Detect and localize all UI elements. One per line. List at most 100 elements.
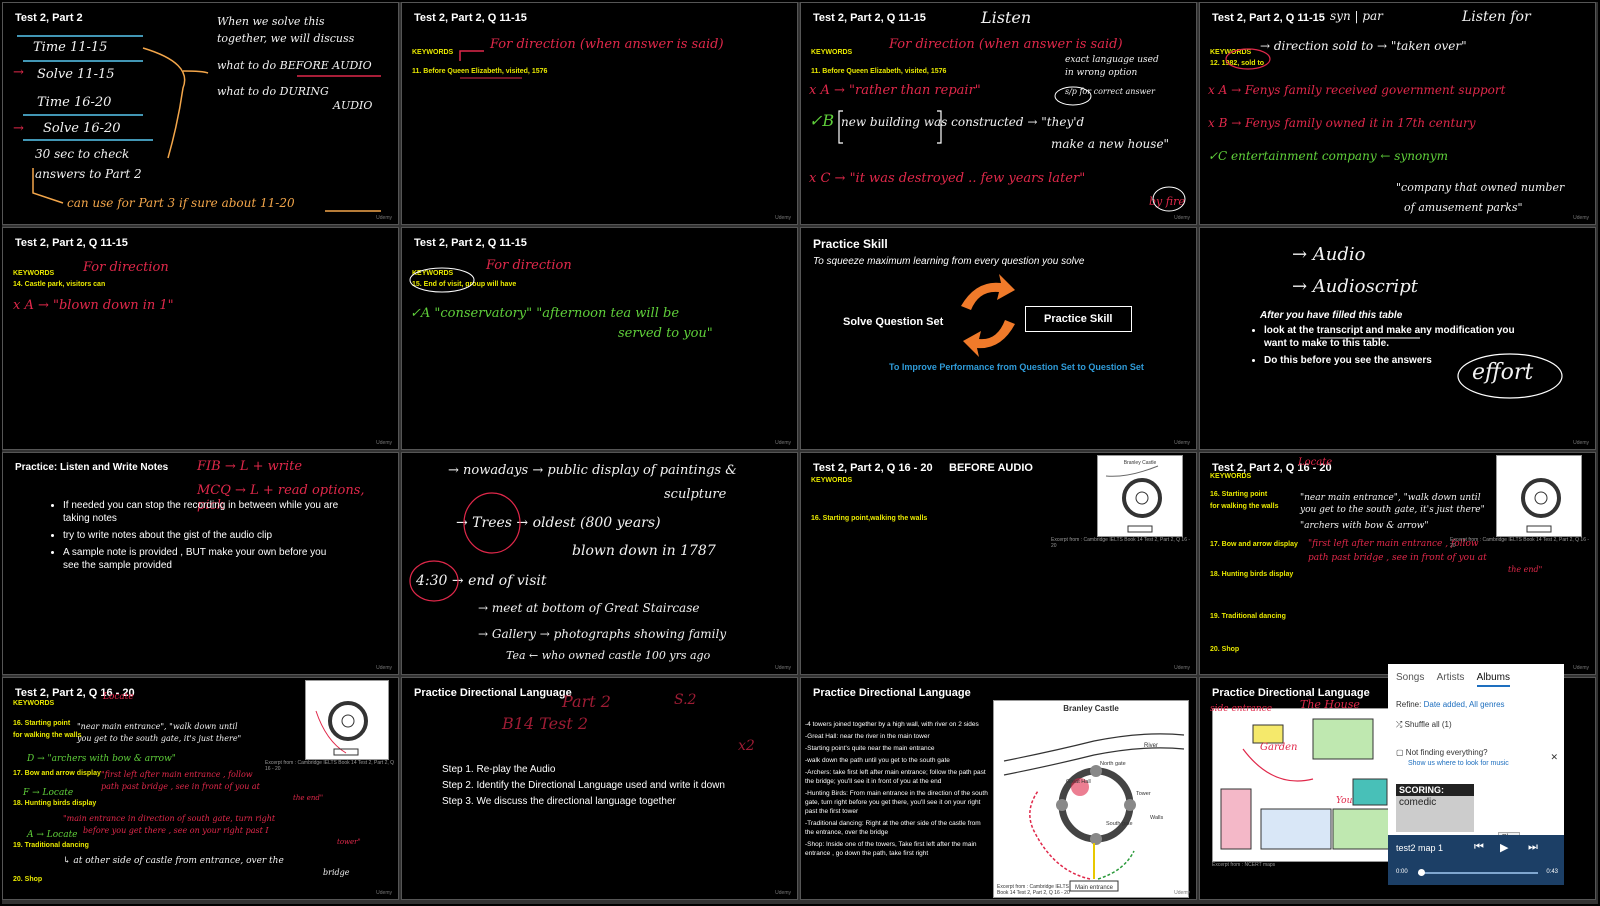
- branley-castle-map: Branley Castle River North gate Great Ha…: [993, 700, 1189, 898]
- annotation-line: path past bridge , see in front of you a…: [101, 782, 260, 791]
- annotation-strokes: [1225, 48, 1271, 70]
- excerpt-caption: Book 14 Test 2, Part 2, Q 16 - 20: [997, 890, 1070, 896]
- direction-line: -4 towers joined together by a high wall…: [805, 721, 979, 728]
- note-time-16-20: Time 16-20: [37, 95, 112, 110]
- svg-text:Main entrance: Main entrance: [1075, 885, 1114, 891]
- slide-7[interactable]: Practice Skill To squeeze maximum learni…: [800, 227, 1197, 450]
- annotation-strokes: [1320, 337, 1563, 399]
- question-16: 16. Starting point: [13, 720, 71, 727]
- note-right-2: together, we will discuss: [217, 32, 355, 45]
- annotation-line: ↳ at other side of castle from entrance,…: [63, 856, 284, 866]
- tab-songs[interactable]: Songs: [1396, 672, 1424, 683]
- keywords-label: KEYWORDS: [13, 270, 55, 277]
- house-map-icon: [1220, 718, 1394, 850]
- annotation-strokes: [409, 267, 475, 293]
- note-solve-16-20: Solve 16-20: [43, 121, 121, 136]
- slide-8[interactable]: → Audio → Audioscript After you have fil…: [1199, 227, 1596, 450]
- question-17: 17. Bow and arrow display: [1210, 541, 1298, 548]
- annotation-locate: Locate: [1298, 457, 1333, 468]
- refine-link[interactable]: Date added, All genres: [1424, 700, 1505, 709]
- annotation-line: D → "archers with bow & arrow": [27, 754, 176, 764]
- annotation-line: before you get there , see on your right…: [83, 826, 269, 835]
- not-finding-row: ▢ Not finding everything?: [1396, 748, 1488, 757]
- album-title: SCORING:: [1396, 784, 1474, 796]
- track-title: test2 map 1: [1396, 843, 1444, 853]
- question-20: 20. Shop: [1210, 646, 1240, 653]
- note-right-3: what to do BEFORE AUDIO: [217, 59, 372, 72]
- bullet-item: try to write notes about the gist of the…: [63, 529, 343, 542]
- play-icon[interactable]: ▶: [1500, 841, 1508, 854]
- svg-text:North gate: North gate: [1100, 761, 1126, 767]
- annotation-line: bridge: [323, 868, 350, 877]
- slide-title: Practice Directional Language: [414, 687, 572, 699]
- tab-artists[interactable]: Artists: [1437, 672, 1465, 683]
- slide-1[interactable]: Test 2, Part 2 Time 11-15 → Solve 11-15 …: [2, 2, 399, 225]
- shuffle-label: Shuffle all (1): [1404, 720, 1452, 729]
- close-icon[interactable]: ✕: [1550, 752, 1558, 763]
- slide-grid: Test 2, Part 2 Time 11-15 → Solve 11-15 …: [2, 2, 1598, 904]
- castle-map-thumbnail: [1496, 455, 1582, 537]
- tab-albums[interactable]: Albums: [1476, 672, 1510, 687]
- slide-title: Test 2, Part 2, Q 16 - 20: [813, 462, 933, 474]
- bullet-list: If needed you can stop the recording in …: [49, 499, 343, 576]
- show-where-link[interactable]: Show us where to look for music: [1408, 760, 1509, 767]
- annotation-line: F → Locate: [23, 788, 74, 798]
- slide-6[interactable]: Test 2, Part 2, Q 11-15 KEYWORDS 15. End…: [401, 227, 798, 450]
- refine-label: Refine:: [1396, 700, 1422, 709]
- question-14: 14. Castle park, visitors can: [13, 281, 106, 288]
- keywords-label: KEYWORDS: [13, 700, 55, 707]
- direction-line: -Shop: Inside one of the towers, Take fi…: [805, 841, 977, 857]
- slide-2[interactable]: Test 2, Part 2, Q 11-15 KEYWORDS 11. Bef…: [401, 2, 798, 225]
- direction-line: -Traditional dancing: Right at the other…: [805, 820, 981, 836]
- note-right-5: AUDIO: [333, 99, 373, 112]
- castle-map-icon: [315, 701, 368, 756]
- question-18: 18. Hunting birds display: [13, 800, 97, 807]
- previous-icon[interactable]: ⏮: [1474, 841, 1484, 854]
- slide-9[interactable]: Practice: Listen and Write Notes FIB → L…: [2, 452, 399, 675]
- album-art[interactable]: SCORING: comedic: [1396, 784, 1474, 832]
- keywords-label: KEYWORDS: [1210, 473, 1252, 480]
- question-16-sub: for walking the walls: [13, 732, 82, 739]
- slide-14[interactable]: Practice Directional Language B14 Test 2…: [401, 677, 798, 900]
- steps-list: Step 1. Re-play the Audio Step 2. Identi…: [442, 762, 725, 810]
- excerpt-caption: Excerpt from : Cambridge IELTS Book 14 T…: [1051, 537, 1191, 549]
- svg-text:South gate: South gate: [1106, 821, 1133, 827]
- note-right-1: When we solve this: [217, 15, 325, 28]
- slide-15[interactable]: Practice Directional Language -4 towers …: [800, 677, 1197, 900]
- excerpt-caption: Excerpt from : NCERT maps: [1212, 862, 1276, 868]
- note-30-sec: 30 sec to check: [35, 147, 130, 161]
- seek-bar[interactable]: [1418, 869, 1538, 876]
- annotation-you: You: [1336, 796, 1353, 806]
- annotation-line: you get to the south gate, it's just the…: [77, 734, 242, 743]
- directions-list: -4 towers joined together by a high wall…: [805, 720, 991, 858]
- next-icon[interactable]: ⏭: [1528, 841, 1538, 854]
- slide-3[interactable]: Test 2, Part 2, Q 11-15 KEYWORDS 11. Bef…: [800, 2, 1197, 225]
- annotation-x2: x2: [738, 738, 755, 754]
- annotation-line: "near main entrance", "walk down until: [1300, 493, 1481, 503]
- note-part-3: can use for Part 3 if sure about 11-20: [67, 196, 295, 210]
- seek-handle[interactable]: [1418, 869, 1425, 876]
- annotation-side-entrance: side entrance: [1210, 704, 1273, 714]
- question-18: 18. Hunting birds display: [1210, 571, 1294, 578]
- annotation-b14: B14 Test 2: [502, 714, 589, 733]
- annotation-line: A → Locate: [27, 830, 78, 840]
- annotation-strokes: [838, 86, 1186, 212]
- not-finding-label: Not finding everything?: [1405, 748, 1488, 757]
- slide-4[interactable]: Test 2, Part 2, Q 11-15 KEYWORDS 12. 198…: [1199, 2, 1596, 225]
- slide-11[interactable]: Test 2, Part 2, Q 16 - 20 BEFORE AUDIO K…: [800, 452, 1197, 675]
- slide-10[interactable]: → nowadays → public display of paintings…: [401, 452, 798, 675]
- slide-title: Test 2, Part 2, Q 11-15: [15, 237, 128, 249]
- slide-13[interactable]: Test 2, Part 2, Q 16 - 20 KEYWORDS 16. S…: [2, 677, 399, 900]
- slide-5[interactable]: Test 2, Part 2, Q 11-15 KEYWORDS 14. Cas…: [2, 227, 399, 450]
- bullet-item: A sample note is provided , BUT make you…: [63, 546, 343, 572]
- question-16: 16. Starting point,walking the walls: [811, 515, 928, 522]
- info-icon: ▢: [1396, 748, 1404, 757]
- shuffle-button[interactable]: ⤮ Shuffle all (1): [1396, 720, 1452, 730]
- annotation-strokes: [409, 492, 521, 602]
- question-16: 16. Starting point: [1210, 491, 1268, 498]
- note-arrow: →: [13, 65, 24, 80]
- slide-12[interactable]: Test 2, Part 2, Q 16 - 20 KEYWORDS 16. S…: [1199, 452, 1596, 675]
- question-20: 20. Shop: [13, 876, 43, 883]
- svg-text:Walls: Walls: [1150, 815, 1163, 821]
- direction-line: -Great Hall: near the river in the main …: [805, 733, 930, 740]
